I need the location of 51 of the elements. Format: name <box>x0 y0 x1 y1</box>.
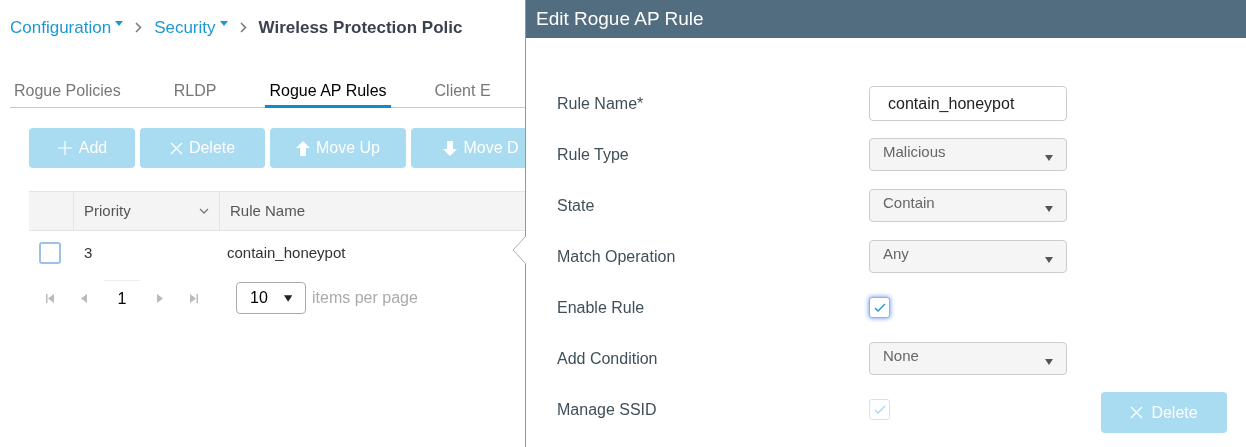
tab[interactable]: RLDP <box>169 74 221 108</box>
table-cell: contain_honeypot <box>227 243 346 261</box>
breadcrumb-current: Wireless Protection Polic <box>258 16 463 39</box>
field-label: Rule Type <box>557 144 630 165</box>
first-page-icon[interactable] <box>46 293 54 303</box>
field-label: Manage SSID <box>557 399 658 420</box>
check-icon <box>873 302 886 313</box>
input-field[interactable]: contain_honeypot <box>869 86 1067 121</box>
caret-icon <box>1045 358 1053 365</box>
pointer-arrow <box>512 236 526 264</box>
select-field[interactable]: Any <box>869 240 1067 273</box>
field-label: Rule Name* <box>557 93 645 114</box>
chevron-right-icon <box>135 22 143 33</box>
close-icon <box>1130 406 1144 419</box>
tab[interactable]: Rogue AP Rules <box>265 74 391 108</box>
caret-icon[interactable] <box>219 21 228 26</box>
tab[interactable]: Rogue Policies <box>10 74 125 108</box>
tab[interactable]: Client E <box>430 74 495 108</box>
plus-icon <box>56 140 73 156</box>
caret-icon <box>1045 256 1053 263</box>
chevron-right-icon <box>239 22 247 33</box>
previous-page-icon[interactable] <box>80 293 88 303</box>
caret-icon <box>1045 154 1053 161</box>
arrow-down-icon <box>443 140 458 156</box>
page-number[interactable]: 1 <box>104 280 140 316</box>
select-field[interactable]: None <box>869 342 1067 375</box>
chevron-icon[interactable] <box>199 207 209 215</box>
field-label: Match Operation <box>557 246 677 267</box>
field-label: Enable Rule <box>557 297 646 318</box>
breadcrumb-link[interactable]: Configuration <box>10 14 124 41</box>
checkbox[interactable] <box>869 297 890 318</box>
caret-icon <box>283 294 292 302</box>
items-per-page-label: items per page <box>312 288 418 308</box>
panel-title: Edit Rogue AP Rule <box>526 0 1246 38</box>
table-cell: 3 <box>84 243 93 261</box>
field-label: State <box>557 195 596 216</box>
checkbox[interactable] <box>39 242 61 264</box>
next-page-icon[interactable] <box>156 293 164 303</box>
caret-icon[interactable] <box>115 21 124 26</box>
breadcrumb-link[interactable]: Security <box>154 14 228 41</box>
arrow-up-icon <box>296 140 310 156</box>
caret-icon <box>1045 205 1053 212</box>
close-icon <box>169 141 183 155</box>
page-size-select[interactable]: 10 <box>236 282 306 314</box>
select-field[interactable]: Contain <box>869 189 1067 222</box>
column-header[interactable]: Priority <box>84 199 131 223</box>
column-header[interactable]: Rule Name <box>230 199 306 223</box>
field-label: Add Condition <box>557 348 659 369</box>
check-icon <box>873 404 886 415</box>
select-field[interactable]: Malicious <box>869 138 1067 171</box>
last-page-icon[interactable] <box>190 293 198 303</box>
